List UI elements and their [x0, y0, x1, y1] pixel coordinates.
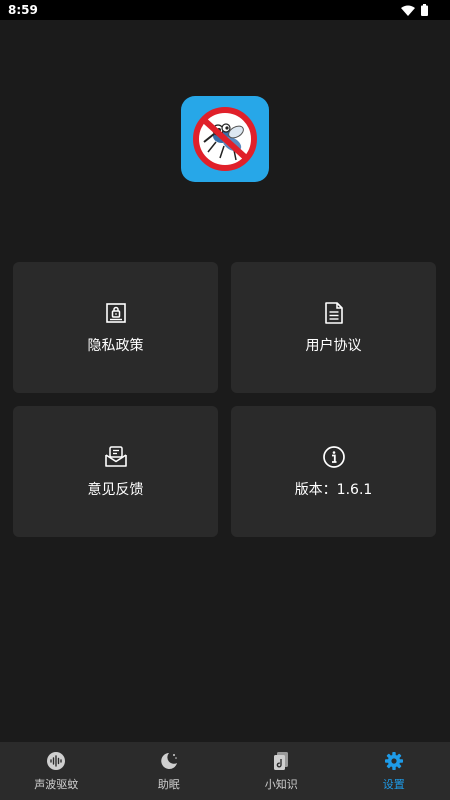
nav-label: 助眠: [157, 777, 180, 791]
sound-wave-icon: [47, 751, 66, 770]
privacy-lock-document-icon: [105, 302, 126, 323]
nav-item-knowledge[interactable]: 小知识: [225, 742, 338, 800]
no-mosquito-logo-icon: [193, 107, 257, 171]
nav-item-settings[interactable]: 设置: [338, 742, 450, 800]
card-label: 隐私政策: [87, 337, 144, 354]
gear-icon: [384, 751, 403, 770]
bottom-nav: 声波驱蚊 助眠 小知识 设置: [0, 742, 450, 800]
privacy-policy-card[interactable]: 隐私政策: [13, 262, 218, 393]
user-agreement-card[interactable]: 用户协议: [231, 262, 436, 393]
feedback-mail-icon: [104, 445, 127, 467]
nav-item-sleep[interactable]: 助眠: [113, 742, 226, 800]
wifi-icon: [401, 5, 415, 16]
nav-item-sound-repel[interactable]: 声波驱蚊: [0, 742, 113, 800]
app-logo: [181, 96, 269, 182]
feedback-card[interactable]: 意见反馈: [13, 406, 218, 537]
nav-label: 声波驱蚊: [34, 777, 79, 791]
knowledge-book-icon: [274, 751, 289, 770]
version-card[interactable]: 版本：1.6.1: [231, 406, 436, 537]
card-label: 用户协议: [305, 337, 362, 354]
info-circle-icon: [322, 445, 345, 468]
version-label: 版本：1.6.1: [294, 481, 373, 498]
document-text-icon: [324, 301, 343, 324]
battery-icon: [421, 4, 428, 16]
nav-label: 设置: [382, 777, 405, 791]
status-time: 8:59: [8, 3, 38, 17]
card-label: 意见反馈: [87, 481, 144, 498]
status-bar: 8:59: [0, 0, 450, 20]
status-icons: [401, 3, 428, 17]
nav-label: 小知识: [264, 777, 298, 791]
moon-stars-icon: [161, 752, 177, 769]
